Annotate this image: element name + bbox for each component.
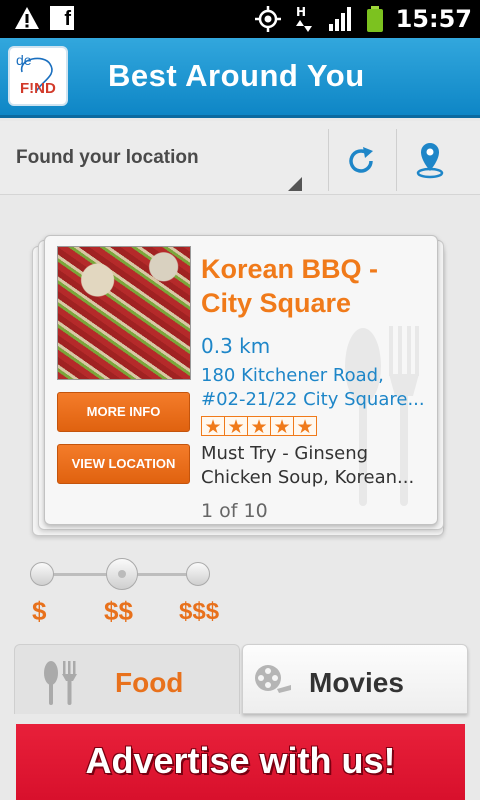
refresh-icon [349, 147, 373, 173]
title-bar: de F!ND Best Around You [0, 38, 480, 118]
page-title: Best Around You [108, 58, 365, 93]
venue-address[interactable]: 180 Kitchener Road, #02-21/22 City Squar… [201, 364, 427, 412]
signal-icon [328, 7, 351, 31]
app-logo[interactable]: de F!ND [8, 46, 68, 106]
location-pin-icon [416, 143, 444, 179]
tab-food[interactable]: Food [14, 644, 240, 714]
advertise-banner[interactable]: Advertise with us! [16, 724, 465, 800]
tab-movies[interactable]: Movies [242, 644, 468, 714]
warning-icon [15, 7, 39, 29]
locate-button[interactable] [396, 129, 460, 191]
price-slider-stop-3[interactable] [186, 562, 210, 586]
refresh-button[interactable] [328, 129, 392, 191]
rating-stars: ★ ★ ★ ★ ★ [201, 416, 317, 437]
result-counter: 1 of 10 [201, 500, 268, 522]
svg-text:H: H [296, 5, 306, 19]
tab-movies-label: Movies [309, 667, 404, 698]
view-location-button[interactable]: VIEW LOCATION [57, 444, 190, 484]
location-bar: Found your location [0, 121, 480, 195]
venue-card[interactable]: MORE INFO VIEW LOCATION Korean BBQ - Cit… [44, 235, 438, 525]
price-slider-handle[interactable] [106, 558, 138, 590]
dropdown-corner-icon[interactable] [288, 177, 302, 191]
venue-photo[interactable] [57, 246, 191, 380]
tab-food-label: Food [115, 667, 184, 698]
advertise-text: Advertise with us! [85, 740, 396, 781]
cutlery-icon [44, 661, 77, 705]
location-status: Found your location [16, 147, 199, 168]
price-level-3[interactable]: $$$ [179, 598, 219, 626]
status-bar: f H 15:57 [0, 0, 480, 38]
price-level-2[interactable]: $$ [104, 596, 133, 627]
film-reel-icon [255, 665, 291, 693]
more-info-button[interactable]: MORE INFO [57, 392, 190, 432]
star-icon: ★ [201, 416, 225, 437]
star-icon: ★ [247, 416, 271, 437]
gps-icon [254, 6, 281, 32]
venue-distance: 0.3 km [201, 334, 271, 358]
star-icon: ★ [270, 416, 294, 437]
venue-description: Must Try - Ginseng Chicken Soup, Korean.… [201, 443, 415, 488]
price-level-1[interactable]: $ [32, 596, 46, 627]
price-slider-stop-1[interactable] [30, 562, 54, 586]
battery-icon [366, 6, 383, 32]
hsdpa-icon: H [295, 5, 312, 32]
star-icon: ★ [224, 416, 248, 437]
logo-bottom-text: F!ND [20, 80, 56, 97]
facebook-icon: f [50, 6, 74, 30]
star-icon: ★ [293, 416, 317, 437]
venue-title: Korean BBQ - City Square [201, 254, 379, 318]
clock: 15:57 [395, 5, 472, 33]
